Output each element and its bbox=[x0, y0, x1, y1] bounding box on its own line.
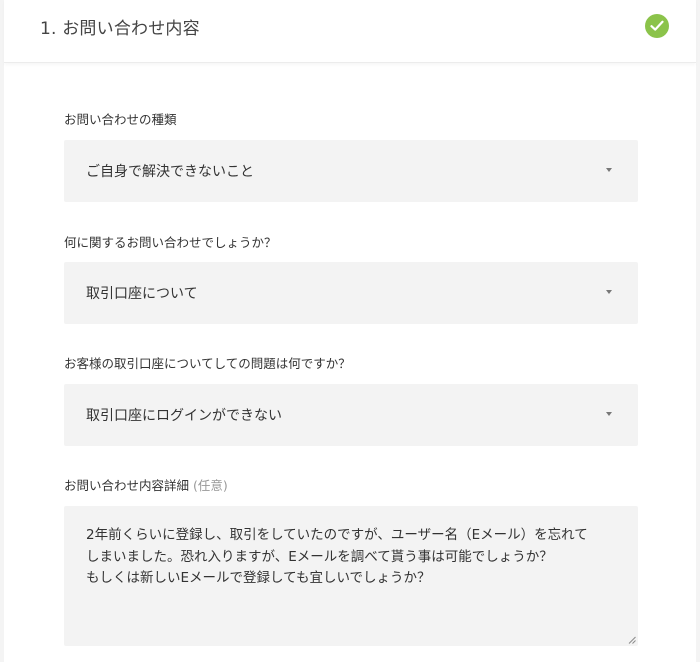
checkmark-icon bbox=[650, 20, 664, 31]
caret-down-icon bbox=[606, 290, 612, 294]
inquiry-type-value: ご自身で解決できないこと bbox=[86, 164, 254, 180]
inquiry-topic-value: 取引口座について bbox=[86, 286, 198, 302]
account-problem-label: お客様の取引口座についてしての問題は何ですか？ bbox=[64, 356, 351, 371]
caret-down-icon bbox=[606, 168, 612, 172]
account-problem-select[interactable]: 取引口座にログインができない bbox=[64, 384, 638, 446]
details-textarea[interactable]: 2年前くらいに登録し、取引をしていたのですが、ユーザー名（Eメール）を忘れて し… bbox=[64, 506, 638, 646]
step-header[interactable]: 1. お問い合わせ内容 bbox=[4, 0, 696, 63]
resize-handle-icon[interactable] bbox=[628, 636, 636, 644]
inquiry-type-label: お問い合わせの種類 bbox=[64, 112, 177, 127]
caret-down-icon bbox=[606, 412, 612, 416]
inquiry-type-select[interactable]: ご自身で解決できないこと bbox=[64, 140, 638, 202]
details-label-row: お問い合わせ内容詳細 (任意) bbox=[64, 475, 228, 494]
check-circle-icon bbox=[645, 14, 669, 38]
details-label: お問い合わせ内容詳細 bbox=[64, 478, 190, 493]
step-title: 1. お問い合わせ内容 bbox=[40, 19, 200, 39]
details-text: 2年前くらいに登録し、取引をしていたのですが、ユーザー名（Eメール）を忘れて し… bbox=[86, 527, 588, 586]
optional-tag: (任意) bbox=[193, 478, 228, 493]
inquiry-topic-select[interactable]: 取引口座について bbox=[64, 262, 638, 324]
inquiry-form-panel: 1. お問い合わせ内容 お問い合わせの種類 ご自身で解決できないこと 何に関する… bbox=[4, 0, 696, 662]
account-problem-value: 取引口座にログインができない bbox=[86, 408, 282, 424]
inquiry-topic-label: 何に関するお問い合わせでしょうか？ bbox=[64, 235, 277, 250]
